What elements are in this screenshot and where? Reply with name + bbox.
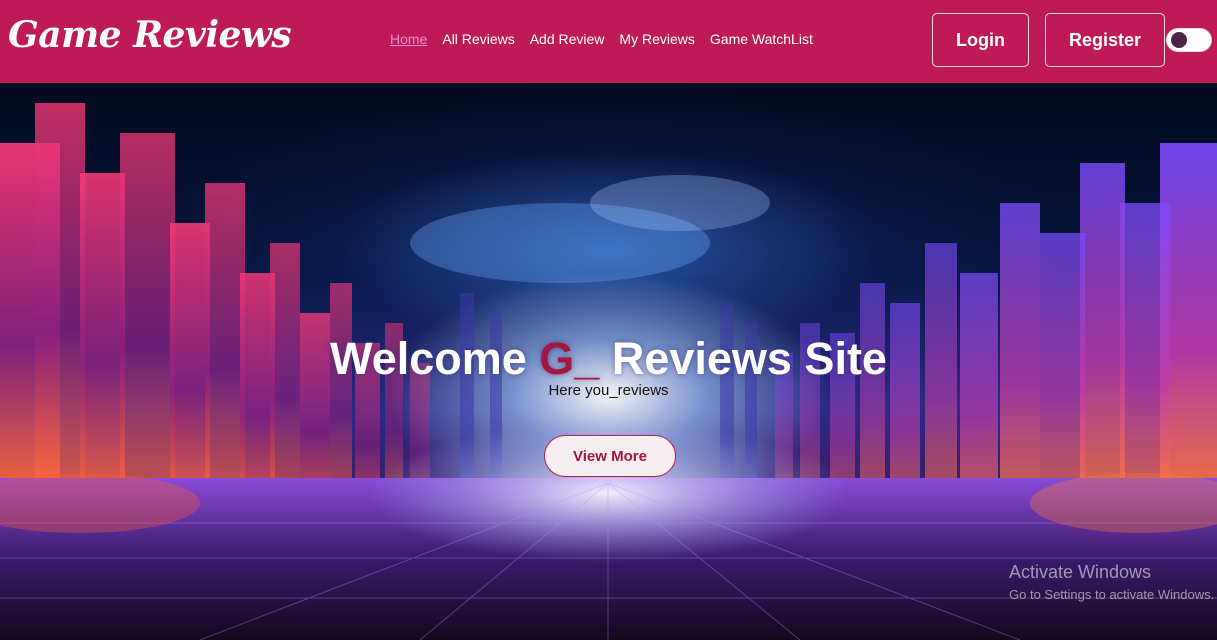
nav-link-home[interactable]: Home [390, 31, 427, 47]
hero-title-suffix: Reviews Site [599, 333, 887, 384]
site-logo[interactable]: Game Reviews [8, 14, 292, 56]
hero-title-prefix: Welcome [330, 333, 540, 384]
nav-link-all-reviews[interactable]: All Reviews [442, 31, 514, 47]
activate-windows-watermark: Activate Windows Go to Settings to activ… [1009, 562, 1217, 602]
hero-title: Welcome G_ Reviews Site [0, 333, 1217, 385]
hero-subtitle: Here you_reviews [548, 382, 669, 399]
nav-link-my-reviews[interactable]: My Reviews [619, 31, 694, 47]
toggle-knob [1171, 32, 1187, 48]
nav-link-add-review[interactable]: Add Review [530, 31, 605, 47]
view-more-button[interactable]: View More [544, 435, 676, 477]
hero-title-accent: G_ [539, 333, 600, 384]
nav-links: Home All Reviews Add Review My Reviews G… [390, 31, 813, 47]
login-button[interactable]: Login [932, 13, 1029, 67]
watermark-title: Activate Windows [1009, 562, 1152, 582]
navbar: Game Reviews Home All Reviews Add Review… [0, 0, 1217, 83]
register-button[interactable]: Register [1045, 13, 1165, 67]
theme-toggle[interactable] [1166, 28, 1212, 52]
hero-section: Welcome G_ Reviews Site Here you_reviews… [0, 83, 1217, 640]
nav-link-game-watchlist[interactable]: Game WatchList [710, 31, 813, 47]
watermark-subtitle: Go to Settings to activate Windows. [1009, 587, 1215, 602]
